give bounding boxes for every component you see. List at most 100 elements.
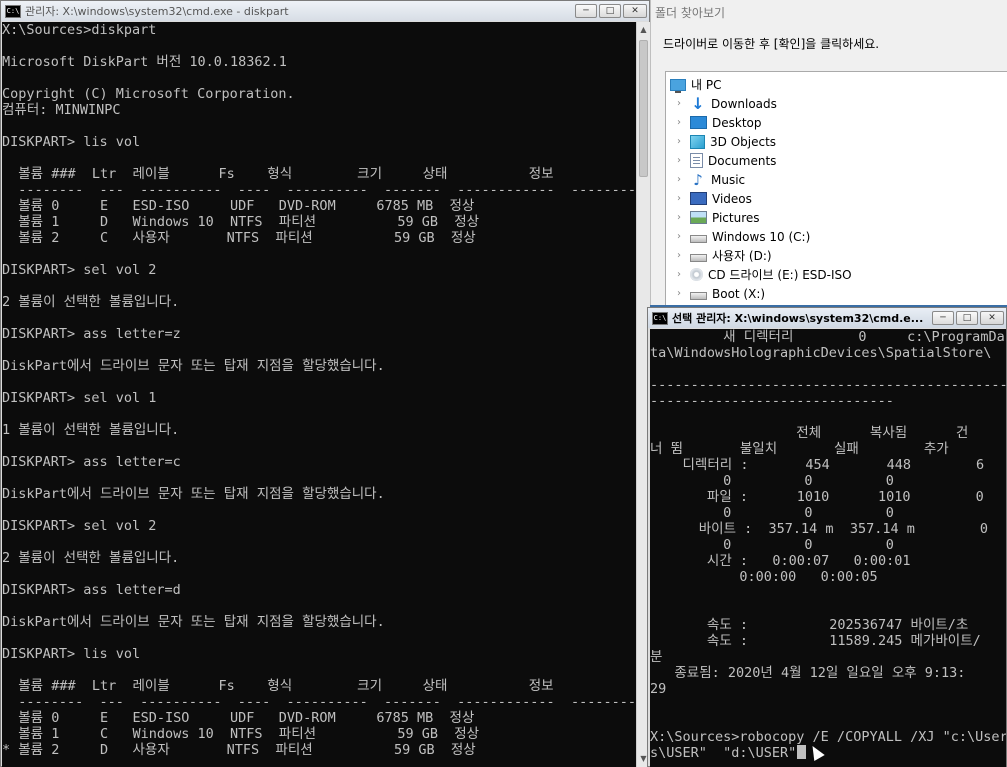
console-line: DISKPART> sel vol 2 bbox=[2, 262, 157, 278]
downloads-icon: ↓ bbox=[691, 93, 705, 113]
diskpart-console-output[interactable]: X:\Sources>diskpart Microsoft DiskPart 버전… bbox=[2, 22, 636, 767]
tree-item-this-pc[interactable]: 내 PC bbox=[670, 75, 721, 94]
robocopy-console-window: C:\ 선택 관리자: X:\windows\system32\cmd.e...… bbox=[647, 307, 1007, 767]
console-line: DiskPart에서 드라이브 문자 또는 탑재 지점을 할당했습니다. bbox=[2, 358, 385, 374]
chevron-right-icon[interactable]: › bbox=[674, 174, 684, 185]
console-line: -------- --- ---------- ---- ---------- … bbox=[2, 694, 636, 710]
maximize-button[interactable]: □ bbox=[956, 311, 978, 325]
minimize-button[interactable]: ─ bbox=[932, 311, 954, 325]
robocopy-title-bar[interactable]: C:\ 선택 관리자: X:\windows\system32\cmd.e...… bbox=[648, 308, 1006, 328]
console-line: X:\Sources>diskpart bbox=[2, 22, 157, 38]
close-button[interactable]: ✕ bbox=[623, 4, 647, 18]
tree-item-desktop[interactable]: › Desktop bbox=[674, 113, 762, 132]
3d-objects-icon bbox=[690, 134, 705, 149]
console-line: 종료됨: 2020년 4월 12일 일요일 오후 9:13: bbox=[650, 665, 966, 681]
diskpart-title-bar[interactable]: C:\ 관리자: X:\windows\system32\cmd.exe - d… bbox=[1, 1, 649, 21]
console-line: Copyright (C) Microsoft Corporation. bbox=[2, 86, 295, 102]
console-line: 0 0 0 bbox=[650, 505, 894, 521]
drive-icon bbox=[690, 234, 707, 243]
scrollbar-thumb[interactable] bbox=[639, 40, 648, 177]
chevron-right-icon[interactable]: › bbox=[674, 250, 684, 261]
console-line: DISKPART> sel vol 2 bbox=[2, 518, 157, 534]
tree-item-label: CD 드라이브 (E:) ESD-ISO bbox=[708, 268, 852, 282]
chevron-right-icon[interactable]: › bbox=[674, 155, 684, 166]
maximize-button[interactable]: □ bbox=[599, 4, 621, 18]
console-line: 파일 : 1010 1010 0 bbox=[650, 489, 984, 505]
chevron-right-icon[interactable]: › bbox=[674, 98, 684, 109]
chevron-right-icon[interactable]: › bbox=[674, 117, 684, 128]
console-line: 속도 : 11589.245 메가바이트/ bbox=[650, 633, 981, 649]
console-line: 너 뜀 불일치 실패 추가 bbox=[650, 441, 949, 457]
tree-item-label: Music bbox=[711, 172, 746, 187]
folder-tree[interactable]: 내 PC › ↓ Downloads › Desktop › 3D Object… bbox=[665, 71, 1007, 305]
tree-item-label: Windows 10 (C:) bbox=[712, 229, 811, 244]
console-line: DISKPART> sel vol 1 bbox=[2, 390, 157, 406]
console-line: 컴퓨터: MINWINPC bbox=[2, 102, 121, 118]
console-line: 0:00:00 0:00:05 bbox=[650, 569, 878, 585]
tree-item-label: 사용자 (D:) bbox=[712, 249, 772, 263]
chevron-right-icon[interactable]: › bbox=[674, 231, 684, 242]
tree-item-music[interactable]: › ♪ Music bbox=[674, 170, 745, 189]
chevron-right-icon[interactable]: › bbox=[674, 136, 684, 147]
tree-item-documents[interactable]: › Documents bbox=[674, 151, 776, 170]
tree-item-label: Pictures bbox=[712, 210, 760, 225]
console-line: DISKPART> lis vol bbox=[2, 134, 141, 150]
console-line: DISKPART> ass letter=z bbox=[2, 326, 181, 342]
console-line: 새 디렉터리 0 c:\ProgramDa bbox=[650, 329, 1005, 345]
documents-icon bbox=[690, 153, 703, 168]
console-line: 0 0 0 bbox=[650, 473, 894, 489]
console-line: 0 0 0 bbox=[650, 537, 894, 553]
tree-item-label: Desktop bbox=[712, 115, 762, 130]
tree-item-drive-x[interactable]: › Boot (X:) bbox=[674, 284, 765, 303]
console-line: 볼륨 1 C Windows 10 NTFS 파티션 59 GB 정상 bbox=[2, 726, 480, 742]
console-line: 1 볼륨이 선택한 볼륨입니다. bbox=[2, 422, 180, 438]
tree-item-drive-d[interactable]: › 사용자 (D:) bbox=[674, 246, 772, 265]
console-line: 전체 복사됨 건 bbox=[650, 425, 969, 441]
close-button[interactable]: ✕ bbox=[980, 311, 1004, 325]
tree-item-drive-c[interactable]: › Windows 10 (C:) bbox=[674, 227, 810, 246]
console-line: 디렉터리 : 454 448 6 bbox=[650, 457, 985, 473]
chevron-right-icon[interactable]: › bbox=[674, 212, 684, 223]
minimize-button[interactable]: ─ bbox=[575, 4, 597, 18]
tree-item-label: Videos bbox=[712, 191, 752, 206]
console-line: 29 bbox=[650, 681, 667, 697]
console-line: 2 볼륨이 선택한 볼륨입니다. bbox=[2, 550, 180, 566]
pictures-icon bbox=[690, 211, 707, 224]
console-line: 볼륨 ### Ltr 레이블 Fs 형식 크기 상태 정보 bbox=[2, 678, 554, 694]
console-line: 볼륨 ### Ltr 레이블 Fs 형식 크기 상태 정보 bbox=[2, 166, 554, 182]
chevron-right-icon[interactable]: › bbox=[674, 193, 684, 204]
tree-item-drive-e[interactable]: › CD 드라이브 (E:) ESD-ISO bbox=[674, 265, 852, 284]
tree-item-3d-objects[interactable]: › 3D Objects bbox=[674, 132, 776, 151]
tree-item-pictures[interactable]: › Pictures bbox=[674, 208, 760, 227]
robocopy-console-output[interactable]: 새 디렉터리 0 c:\ProgramDa ta\WindowsHolograph… bbox=[650, 329, 1006, 767]
chevron-right-icon[interactable]: › bbox=[674, 288, 684, 299]
console-line: ta\WindowsHolographicDevices\SpatialStor… bbox=[650, 345, 992, 361]
console-line: -------- --- ---------- ---- ---------- … bbox=[2, 182, 636, 198]
console-line: 바이트 : 357.14 m 357.14 m 0 bbox=[650, 521, 988, 537]
console-line: DISKPART> lis vol bbox=[2, 646, 141, 662]
chevron-right-icon[interactable]: › bbox=[674, 269, 684, 280]
console-line: 볼륨 0 E ESD-ISO UDF DVD-ROM 6785 MB 정상 bbox=[2, 710, 475, 726]
tree-item-videos[interactable]: › Videos bbox=[674, 189, 752, 208]
tree-item-downloads[interactable]: › ↓ Downloads bbox=[674, 94, 777, 113]
music-icon: ♪ bbox=[693, 170, 703, 189]
scroll-up-arrow-icon[interactable]: ▲ bbox=[637, 22, 650, 38]
console-line: 시간 : 0:00:07 0:00:01 bbox=[650, 553, 911, 569]
